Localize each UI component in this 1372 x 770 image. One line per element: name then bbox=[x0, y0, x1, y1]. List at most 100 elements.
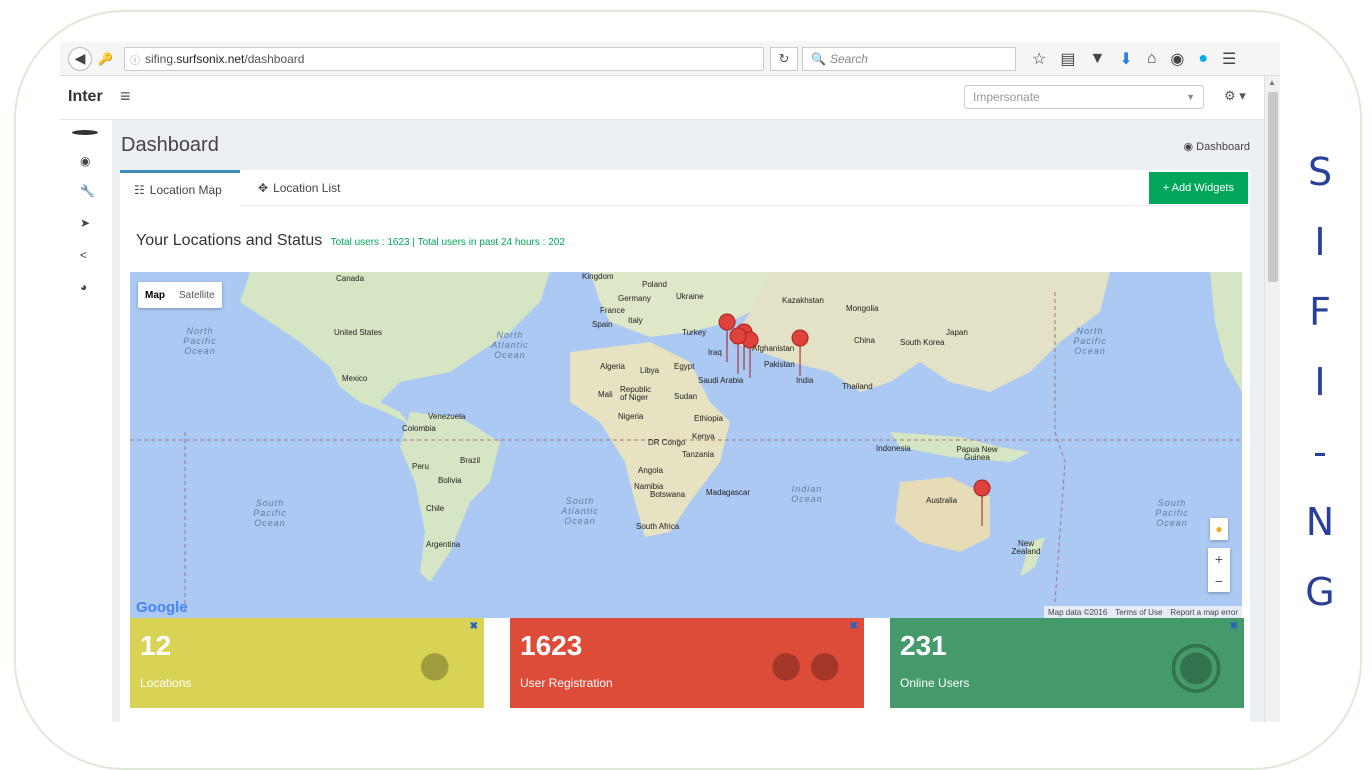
info-icon: ⓘ bbox=[130, 55, 140, 67]
location-map[interactable]: Canada United States Mexico Venezuela Co… bbox=[130, 272, 1242, 618]
country-label: Poland bbox=[642, 280, 667, 289]
tab-bar: ☷ Location Map ✥ Location List + Add Wid… bbox=[120, 170, 1250, 206]
country-label: Kingdom bbox=[582, 272, 614, 281]
country-label: Canada bbox=[336, 274, 365, 283]
main-content: Dashboard ◉ Dashboard ☷ Location Map ✥ L… bbox=[112, 120, 1264, 722]
dashboard-icon[interactable]: ◉ bbox=[80, 154, 90, 168]
landmass-asia bbox=[730, 272, 1110, 392]
country-label: Thailand bbox=[842, 382, 873, 391]
url-bar[interactable]: ⓘ sifing. surfsonix.net/dashboard bbox=[124, 47, 764, 71]
country-label: Madagascar bbox=[706, 488, 751, 497]
reading-list-icon[interactable]: ▤ bbox=[1060, 49, 1075, 69]
brand-letter: I bbox=[1314, 220, 1326, 264]
tab-label: Location List bbox=[273, 181, 341, 195]
chat-icon[interactable]: ◉ bbox=[1170, 49, 1184, 69]
page-scrollbar[interactable]: ▲ bbox=[1264, 76, 1280, 722]
tab-location-map[interactable]: ☷ Location Map bbox=[120, 170, 240, 206]
brand-letter: N bbox=[1305, 500, 1335, 544]
country-label: Tanzania bbox=[682, 450, 715, 459]
home-icon[interactable]: ⌂ bbox=[1147, 50, 1157, 68]
pocket-icon[interactable]: ▼ bbox=[1089, 50, 1105, 68]
brand-letter: I bbox=[1314, 360, 1326, 404]
browser-window: ◀ 🔑 ⓘ sifing. surfsonix.net/dashboard ↻ 🔍… bbox=[60, 42, 1280, 722]
browser-search-input[interactable]: 🔍 Search bbox=[802, 47, 1016, 71]
tab-location-list[interactable]: ✥ Location List bbox=[244, 170, 354, 206]
country-label: Italy bbox=[628, 316, 643, 325]
map-land-svg bbox=[130, 272, 1242, 612]
app-brand[interactable]: Inter bbox=[68, 88, 103, 106]
country-label: Chile bbox=[426, 504, 445, 513]
ocean-label: South Atlantic Ocean bbox=[561, 496, 599, 526]
ocean-label: South Pacific Ocean bbox=[253, 498, 287, 528]
close-icon[interactable]: ✖ bbox=[470, 621, 478, 632]
map-view-button[interactable]: Map bbox=[138, 282, 172, 308]
app-header: Inter ≡ Impersonate ▼ ⚙ ▾ bbox=[60, 76, 1264, 120]
wrench-icon[interactable]: 🔧 bbox=[80, 184, 95, 198]
country-label: Brazil bbox=[460, 456, 481, 465]
brand-letter: S bbox=[1307, 150, 1333, 194]
settings-gear-icon[interactable]: ⚙ ▾ bbox=[1224, 88, 1246, 104]
url-host: surfsonix.net bbox=[176, 52, 245, 66]
rocket-icon[interactable]: ➤ bbox=[80, 216, 90, 230]
google-logo: Google bbox=[136, 599, 188, 616]
report-error-link[interactable]: Report a map error bbox=[1170, 608, 1238, 617]
country-label: Kazakhstan bbox=[782, 296, 824, 305]
landmass-south-america bbox=[400, 412, 500, 582]
country-label: South Korea bbox=[900, 338, 945, 347]
zoom-in-button[interactable]: + bbox=[1208, 548, 1230, 570]
map-pin-icon: ● bbox=[415, 627, 454, 699]
sitemap-icon: ☷ bbox=[134, 182, 145, 197]
back-button[interactable]: ◀ bbox=[68, 46, 92, 71]
country-label: Saudi Arabia bbox=[698, 376, 744, 385]
download-icon[interactable]: ⬇ bbox=[1119, 49, 1132, 69]
pegman-icon[interactable]: ● bbox=[1210, 518, 1228, 540]
zoom-out-button[interactable]: − bbox=[1208, 570, 1230, 592]
pie-chart-icon[interactable]: ◕ bbox=[80, 280, 87, 294]
reload-button[interactable]: ↻ bbox=[770, 47, 798, 71]
scroll-up-arrow[interactable]: ▲ bbox=[1268, 78, 1276, 87]
country-label: Turkey bbox=[682, 328, 707, 337]
satellite-view-button[interactable]: Satellite bbox=[172, 282, 222, 308]
search-icon: 🔍 bbox=[811, 52, 826, 66]
widget-label: User Registration bbox=[520, 676, 613, 690]
breadcrumb[interactable]: ◉ Dashboard bbox=[1184, 140, 1251, 153]
country-label: Republic of Niger bbox=[620, 385, 652, 402]
sidebar-logo bbox=[72, 130, 98, 135]
map-type-toggle: Map Satellite bbox=[138, 282, 222, 308]
add-widgets-button[interactable]: + Add Widgets bbox=[1148, 172, 1248, 204]
country-label: Japan bbox=[946, 328, 968, 337]
country-label: Ethiopia bbox=[694, 414, 723, 423]
url-prefix: sifing. bbox=[145, 52, 177, 66]
map-footer: Map data ©2016 Terms of Use Report a map… bbox=[1044, 606, 1242, 618]
widget-value: 12 bbox=[140, 630, 172, 661]
sidebar-toggle-icon[interactable]: ≡ bbox=[120, 86, 131, 107]
skype-icon[interactable]: ● bbox=[1198, 50, 1208, 68]
impersonate-select[interactable]: Impersonate ▼ bbox=[964, 85, 1204, 109]
user-stats: Total users : 1623 | Total users in past… bbox=[330, 237, 565, 248]
target-icon: ◉ bbox=[1168, 627, 1224, 699]
terms-link[interactable]: Terms of Use bbox=[1115, 608, 1162, 617]
close-icon[interactable]: ✖ bbox=[850, 621, 858, 632]
country-label: Argentina bbox=[426, 540, 461, 549]
share-icon[interactable]: < bbox=[80, 248, 87, 262]
country-label: China bbox=[854, 336, 875, 345]
widget-label: Locations bbox=[140, 676, 192, 690]
country-label: Angola bbox=[638, 466, 663, 475]
widget-value: 1623 bbox=[520, 630, 583, 661]
bookmark-star-icon[interactable]: ☆ bbox=[1032, 49, 1046, 69]
country-label: New Zealand bbox=[1011, 539, 1041, 556]
brand-letter: - bbox=[1313, 430, 1327, 474]
country-label: Germany bbox=[618, 294, 651, 303]
country-label: Libya bbox=[640, 366, 660, 375]
chevron-down-icon: ▼ bbox=[1186, 92, 1195, 102]
close-icon[interactable]: ✖ bbox=[1230, 621, 1238, 632]
country-label: Afghanistan bbox=[752, 344, 795, 353]
online-users-widget: ◉ 231 Online Users ✖ bbox=[890, 618, 1244, 708]
menu-icon[interactable]: ☰ bbox=[1222, 49, 1236, 69]
section-header: Your Locations and Status Total users : … bbox=[136, 232, 565, 250]
country-label: Nigeria bbox=[618, 412, 644, 421]
brand-letter: G bbox=[1305, 570, 1335, 614]
scroll-thumb[interactable] bbox=[1268, 92, 1278, 282]
widget-value: 231 bbox=[900, 630, 947, 661]
breadcrumb-label: Dashboard bbox=[1196, 141, 1250, 153]
